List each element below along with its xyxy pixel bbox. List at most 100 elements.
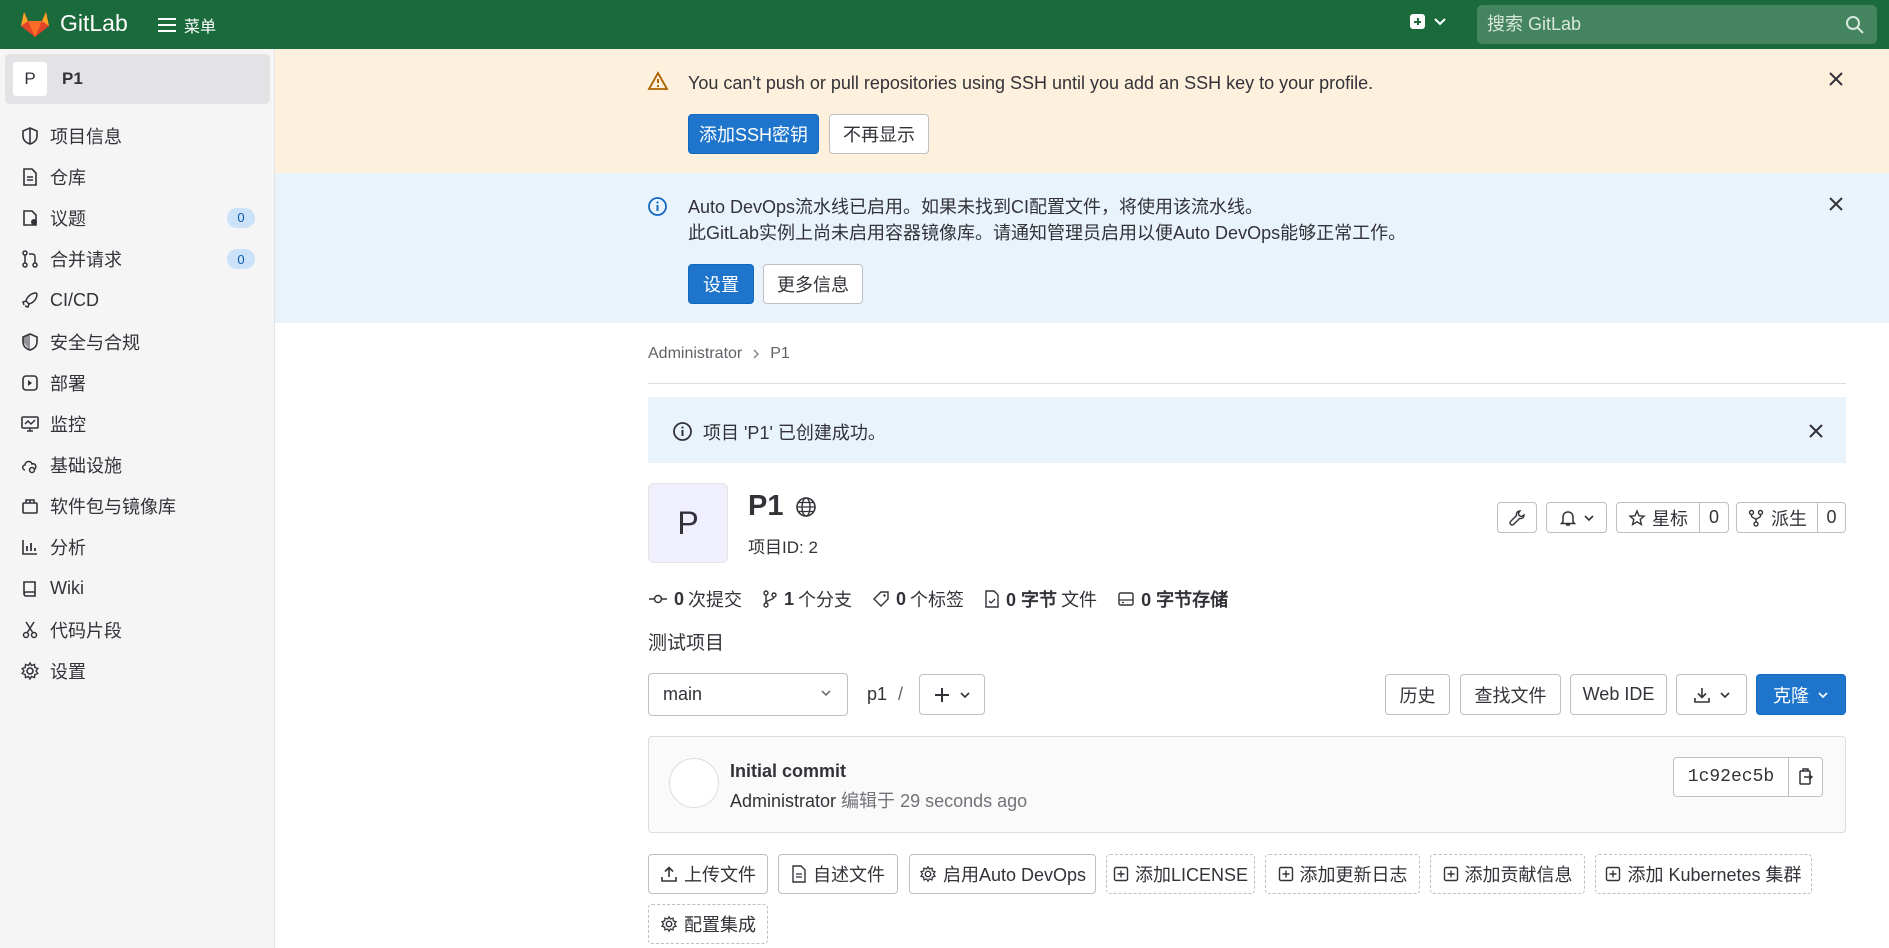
gitlab-tanuki-icon (21, 12, 49, 37)
add-changelog-button[interactable]: 添加更新日志 (1265, 854, 1420, 894)
add-ssh-key-button[interactable]: 添加SSH密钥 (688, 114, 819, 154)
star-count[interactable]: 0 (1699, 502, 1729, 533)
add-contributing-button[interactable]: 添加贡献信息 (1430, 854, 1585, 894)
tag-icon (873, 591, 889, 607)
quick-action-label: 添加贡献信息 (1464, 865, 1573, 885)
clone-dropdown-button[interactable]: 克隆 (1756, 674, 1846, 715)
last-commit: Initial commit Administrator 编辑于 29 seco… (648, 736, 1846, 833)
monitor-icon (21, 416, 39, 432)
sidebar-item-repository[interactable]: 仓库 (0, 156, 275, 197)
sidebar-item-infrastructure[interactable]: 基础设施 (0, 445, 275, 486)
sidebar-item-packages[interactable]: 软件包与镜像库 (0, 486, 275, 527)
devops-alert-message: Auto DevOps流水线已启用。如果未找到CI配置文件，将使用该流水线。 此… (688, 194, 1406, 246)
sidebar-item-analytics[interactable]: 分析 (0, 527, 275, 568)
plus-square-icon (1606, 866, 1621, 882)
commit-sha[interactable]: 1c92ec5b (1673, 757, 1789, 797)
sidebar-item-issues[interactable]: 议题 0 (0, 197, 275, 238)
upload-file-button[interactable]: 上传文件 (648, 854, 768, 894)
devops-settings-button[interactable]: 设置 (688, 264, 754, 304)
new-dropdown-button[interactable] (1410, 14, 1447, 29)
history-button[interactable]: 历史 (1385, 674, 1450, 715)
menu-button[interactable]: 菜单 (158, 13, 216, 37)
chevron-down-icon (1583, 514, 1594, 521)
stat-value: 0 (896, 588, 907, 609)
quick-action-label: 自述文件 (813, 865, 885, 885)
issues-count-badge: 0 (227, 207, 255, 228)
web-ide-button[interactable]: Web IDE (1570, 674, 1667, 715)
sidebar-item-security[interactable]: 安全与合规 (0, 321, 275, 362)
package-icon (22, 499, 38, 515)
sidebar-project-header[interactable]: P P1 (5, 54, 270, 104)
quick-action-label: 添加 Kubernetes 集群 (1627, 865, 1802, 885)
star-button[interactable]: 星标 (1616, 502, 1700, 533)
project-avatar-large: P (648, 483, 728, 563)
commit-time: 29 seconds ago (900, 791, 1028, 811)
gear-icon (21, 661, 39, 681)
sidebar-item-settings[interactable]: 设置 (0, 650, 275, 691)
repo-path-root[interactable]: p1 (867, 684, 887, 704)
issues-icon (23, 210, 37, 226)
close-icon[interactable] (1826, 194, 1846, 214)
bell-icon (1559, 510, 1576, 526)
commit-sha-group: 1c92ec5b (1673, 757, 1823, 797)
dont-show-again-button[interactable]: 不再显示 (829, 114, 929, 154)
sidebar-item-monitor[interactable]: 监控 (0, 403, 275, 444)
stat-tags[interactable]: 0 个标签 (872, 586, 964, 612)
add-to-tree-button[interactable] (919, 674, 985, 715)
search-input[interactable] (1487, 14, 1827, 35)
gitlab-logo[interactable]: GitLab (20, 9, 128, 38)
fork-label: 派生 (1771, 508, 1807, 529)
commit-author[interactable]: Administrator (730, 791, 836, 811)
close-icon[interactable] (1806, 421, 1826, 441)
gear-icon (919, 865, 937, 883)
file-icon (792, 865, 806, 883)
copy-sha-button[interactable] (1789, 757, 1823, 797)
commit-icon (649, 594, 667, 604)
stat-commits[interactable]: 0 次提交 (648, 586, 742, 612)
chevron-down-icon (1818, 691, 1828, 698)
sidebar-item-deployments[interactable]: 部署 (0, 362, 275, 403)
breadcrumb-item-p1[interactable]: P1 (770, 345, 790, 363)
fork-count[interactable]: 0 (1817, 502, 1846, 533)
document-icon (23, 167, 37, 186)
project-settings-button[interactable] (1497, 502, 1537, 533)
sidebar-item-project-info[interactable]: 项目信息 (0, 115, 275, 156)
sidebar-item-label: Wiki (50, 578, 84, 599)
sidebar-item-wiki[interactable]: Wiki (0, 568, 275, 609)
configure-integrations-button[interactable]: 配置集成 (648, 904, 768, 944)
sidebar-item-merge-requests[interactable]: 合并请求 0 (0, 239, 275, 280)
quick-action-label: 上传文件 (684, 865, 756, 885)
quick-action-label: 启用Auto DevOps (942, 865, 1087, 885)
menu-label: 菜单 (184, 19, 217, 36)
stat-branches[interactable]: 1 个分支 (762, 586, 852, 612)
sidebar-project-name: P1 (62, 69, 83, 88)
chevron-down-icon (821, 690, 831, 697)
sidebar-item-snippets[interactable]: 代码片段 (0, 609, 275, 650)
download-dropdown-button[interactable] (1676, 674, 1747, 715)
stat-files[interactable]: 0 字节 文件 (984, 586, 1097, 612)
readme-button[interactable]: 自述文件 (778, 854, 898, 894)
find-file-button[interactable]: 查找文件 (1460, 674, 1561, 715)
sidebar-item-label: 代码片段 (50, 620, 122, 641)
search-box[interactable] (1477, 5, 1877, 44)
fork-button[interactable]: 派生 (1736, 502, 1818, 533)
scissors-icon (22, 621, 38, 639)
commit-title[interactable]: Initial commit (730, 761, 846, 782)
devops-alert-line2: 此GitLab实例上尚未启用容器镜像库。请通知管理员启用以便Auto DevOp… (688, 223, 1407, 243)
sidebar-item-cicd[interactable]: CI/CD (0, 280, 275, 321)
plus-square-icon (1278, 866, 1293, 882)
deploy-icon (22, 374, 38, 391)
enable-auto-devops-button[interactable]: 启用Auto DevOps (909, 854, 1096, 894)
stat-storage[interactable]: 0 字节存储 (1117, 586, 1232, 612)
commit-meta: Administrator 编辑于 29 seconds ago (730, 787, 1027, 813)
commit-author-avatar[interactable] (669, 758, 719, 808)
notification-dropdown-button[interactable] (1546, 502, 1607, 533)
close-icon[interactable] (1826, 69, 1846, 89)
project-stats: 0 次提交 1 个分支 0 个标签 0 字节 文件 0 字节存储 (648, 586, 1252, 612)
branch-selector[interactable]: main (648, 673, 848, 716)
breadcrumb-item-administrator[interactable]: Administrator (648, 345, 742, 363)
add-license-button[interactable]: 添加LICENSE (1106, 854, 1255, 894)
more-info-button[interactable]: 更多信息 (763, 264, 863, 304)
sidebar-item-label: 安全与合规 (50, 332, 140, 353)
add-kubernetes-cluster-button[interactable]: 添加 Kubernetes 集群 (1595, 854, 1812, 894)
